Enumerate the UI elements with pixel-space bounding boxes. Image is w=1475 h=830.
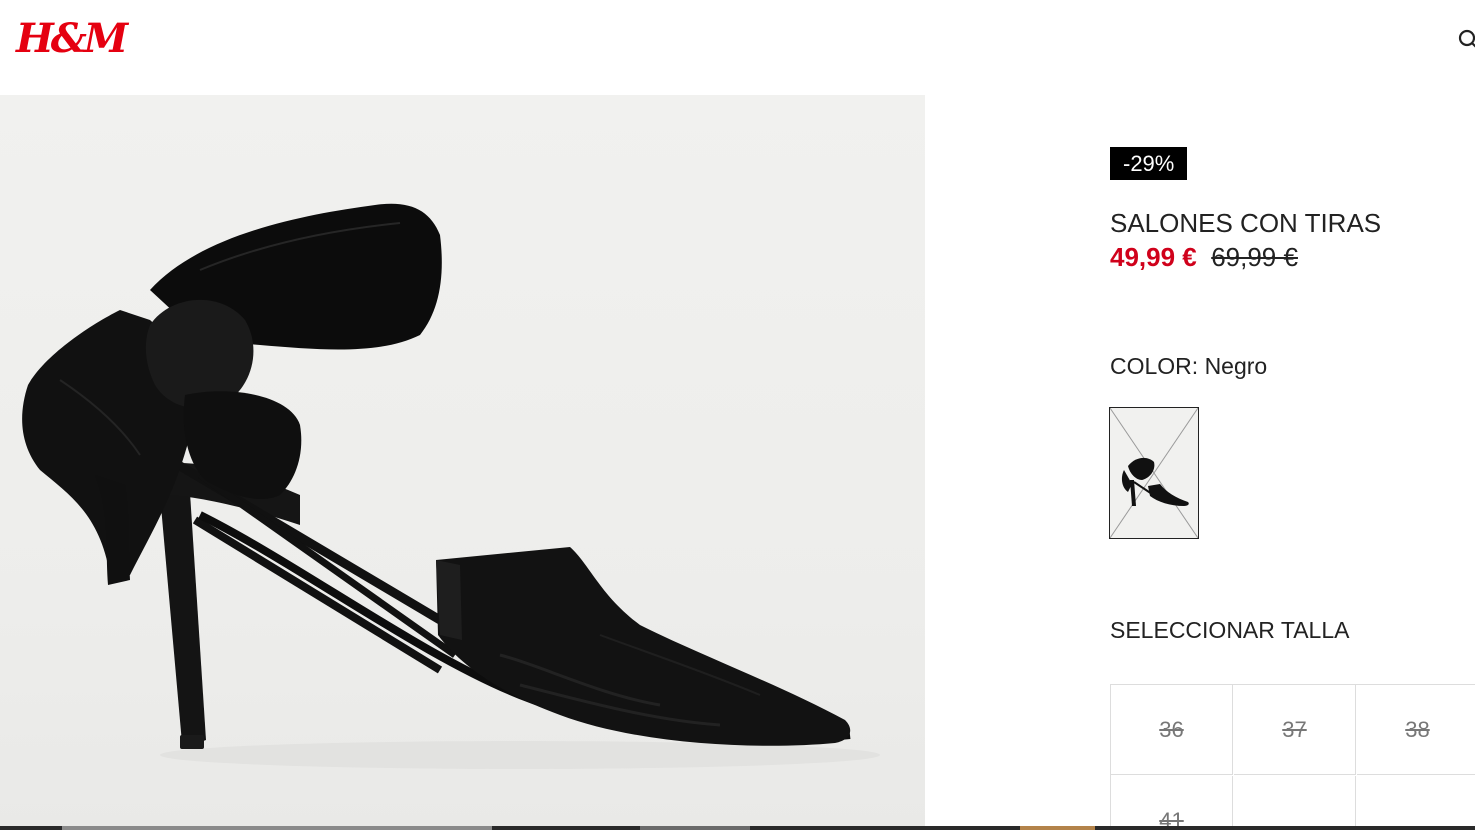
- shoe-thumbnail-icon: [1110, 408, 1198, 538]
- color-swatch-negro[interactable]: [1109, 407, 1199, 539]
- color-label: COLOR: Negro: [1110, 353, 1268, 379]
- shoe-illustration: [22, 203, 880, 769]
- size-option-38[interactable]: 38: [1357, 685, 1475, 775]
- size-grid: 36 37 38 41: [1110, 684, 1475, 830]
- search-icon[interactable]: [1457, 28, 1475, 52]
- size-option-37[interactable]: 37: [1234, 685, 1356, 775]
- size-option-empty: [1234, 776, 1356, 830]
- bottom-strip: [0, 826, 1475, 830]
- size-option-36[interactable]: 36: [1111, 685, 1233, 775]
- size-label: SELECCIONAR TALLA: [1110, 617, 1350, 643]
- product-title: SALONES CON TIRAS: [1110, 208, 1382, 238]
- discount-badge: -29%: [1110, 147, 1188, 180]
- hm-logo[interactable]: H&M: [16, 14, 128, 64]
- original-price: 69,99 €: [1211, 242, 1298, 272]
- sale-price: 49,99 €: [1110, 242, 1197, 272]
- size-option-41[interactable]: 41: [1111, 776, 1233, 830]
- price-row: 49,99 € 69,99 €: [1110, 241, 1298, 273]
- product-image[interactable]: [0, 95, 925, 830]
- product-page: H&M -29% SALONES CON TIRAS 49,99 € 69,99…: [0, 0, 1475, 830]
